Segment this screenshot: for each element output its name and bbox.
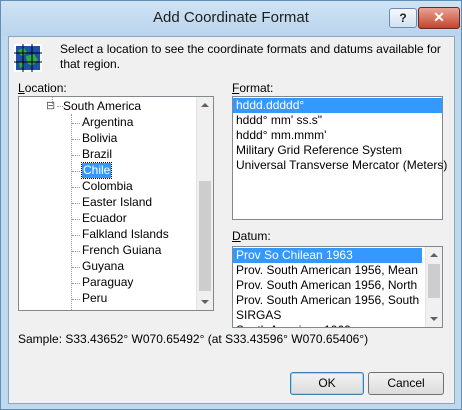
format-items: hddd.ddddd° hddd° mm' ss.s" hddd° mm.mmm' M… (233, 97, 447, 173)
help-button[interactable]: ? (389, 8, 417, 28)
tree-item[interactable]: Bolivia (82, 131, 117, 146)
datum-list-item[interactable]: Prov. South American 1956, South (233, 293, 422, 308)
tree-item[interactable]: Guyana (82, 259, 124, 274)
tree-line (71, 114, 72, 310)
tree-line (72, 187, 80, 188)
tree-item[interactable]: Ecuador (82, 211, 127, 226)
tree-line (72, 299, 80, 300)
location-label: Location: (18, 81, 67, 95)
format-list-item[interactable]: hddd° mm' ss.s" (233, 113, 442, 128)
tree-line (72, 219, 80, 220)
scroll-down-icon[interactable] (430, 317, 438, 321)
tree-line (72, 123, 80, 124)
tree-line (72, 251, 80, 252)
tree-collapse-icon[interactable]: ⊟ (46, 99, 55, 114)
intro-text: Select a location to see the coordinate … (60, 42, 441, 71)
tree-line (72, 267, 80, 268)
tree-item[interactable]: Paraguay (82, 275, 133, 290)
scroll-thumb[interactable] (199, 181, 211, 291)
datum-items: Prov So Chilean 1963 Prov. South American… (233, 247, 442, 327)
format-list[interactable]: hddd.ddddd° hddd° mm' ss.s" hddd° mm.mmm' M… (232, 96, 447, 220)
scroll-up-icon[interactable] (430, 253, 438, 257)
tree-line (72, 171, 80, 172)
format-list-item[interactable]: hddd.ddddd° (233, 98, 442, 113)
tree-item[interactable]: Falkland Islands (82, 227, 169, 242)
close-button[interactable]: ✕ (418, 7, 460, 29)
sample-text: Sample: S33.43652° W070.65492° (at S33.4… (18, 332, 369, 346)
ok-button[interactable]: OK (290, 372, 364, 395)
tree-item[interactable]: Peru (82, 291, 107, 306)
scroll-up-icon[interactable] (201, 103, 209, 107)
tree-item[interactable]: Argentina (82, 115, 133, 130)
location-tree[interactable]: ⊟ South America Argentina Bolivia Brazil Ch… (18, 96, 214, 311)
format-list-item[interactable]: hddd° mm.mmm' (233, 128, 442, 143)
title-bar[interactable]: Add Coordinate Format ? ✕ (1, 1, 461, 36)
datum-list-item[interactable]: South American 1969 (233, 323, 422, 327)
datum-list-item[interactable]: Prov. South American 1956, Mean (233, 263, 422, 278)
scroll-down-icon[interactable] (201, 300, 209, 304)
datum-list-item[interactable]: SIRGAS (233, 308, 422, 323)
tree-line (72, 235, 80, 236)
tree-item[interactable]: Colombia (82, 179, 133, 194)
datum-list-item[interactable]: Prov. South American 1956, North (233, 278, 422, 293)
tree-item[interactable]: Chile (80, 162, 113, 179)
datum-list-item[interactable]: Prov So Chilean 1963 (233, 248, 422, 263)
cancel-button[interactable]: Cancel (368, 372, 444, 395)
tree-item-south-america[interactable]: South America (63, 99, 141, 114)
tree-item[interactable]: Brazil (82, 147, 112, 162)
location-scrollbar[interactable] (196, 97, 213, 310)
datum-label: Datum: (232, 229, 271, 243)
datum-scrollbar[interactable] (425, 247, 442, 327)
scroll-thumb[interactable] (428, 264, 440, 298)
tree-line (72, 139, 80, 140)
format-list-item[interactable]: Military Grid Reference System (233, 143, 442, 158)
tree-item[interactable]: Easter Island (82, 195, 152, 210)
tree-line (72, 203, 80, 204)
datum-list[interactable]: Prov So Chilean 1963 Prov. South American… (232, 246, 443, 328)
tree-line (72, 155, 80, 156)
format-list-item[interactable]: Universal Transverse Mercator (Meters) (233, 158, 447, 173)
globe-grid-icon (14, 44, 42, 72)
format-label: Format: (232, 81, 274, 95)
tree-line (72, 283, 80, 284)
tree-item[interactable]: French Guiana (82, 243, 161, 258)
